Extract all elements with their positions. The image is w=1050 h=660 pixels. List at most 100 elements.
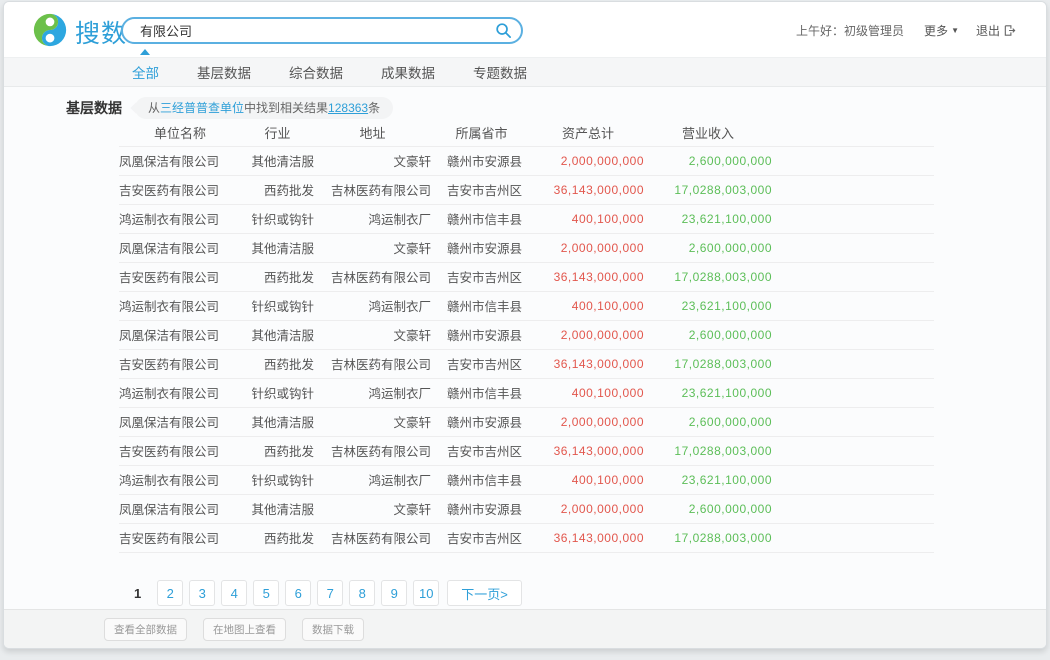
table-row[interactable]: 凤凰保洁有限公司其他清洁服文豪轩赣州市安源县2,000,000,0002,600… <box>119 407 934 436</box>
cell-c6: 2,600,000,000 <box>644 407 772 436</box>
page-button-5[interactable]: 5 <box>253 580 279 606</box>
cell-c1: 凤凰保洁有限公司 <box>119 407 241 436</box>
tab-3[interactable]: 成果数据 <box>381 62 435 82</box>
table-row[interactable]: 鸿运制衣有限公司针织或钩针鸿运制衣厂赣州市信丰县400,100,00023,62… <box>119 378 934 407</box>
cell-c5: 400,100,000 <box>532 291 644 320</box>
cell-c1: 吉安医药有限公司 <box>119 175 241 204</box>
cell-filler <box>772 262 934 291</box>
cell-c2: 其他清洁服 <box>241 146 314 175</box>
cell-c2: 西药批发 <box>241 175 314 204</box>
cell-c4: 吉安市吉州区 <box>431 175 532 204</box>
cell-c1: 凤凰保洁有限公司 <box>119 146 241 175</box>
cell-filler <box>772 436 934 465</box>
search-icon[interactable] <box>495 22 512 39</box>
cell-filler <box>772 349 934 378</box>
table-row[interactable]: 吉安医药有限公司西药批发吉林医药有限公司吉安市吉州区36,143,000,000… <box>119 523 934 552</box>
cell-c6: 23,621,100,000 <box>644 204 772 233</box>
tab-4[interactable]: 专题数据 <box>473 62 527 82</box>
column-header-filler <box>772 119 934 146</box>
table-row[interactable]: 吉安医药有限公司西药批发吉林医药有限公司吉安市吉州区36,143,000,000… <box>119 349 934 378</box>
result-middle: 中找到相关结果 <box>244 101 328 115</box>
tab-2[interactable]: 综合数据 <box>289 62 343 82</box>
tab-1[interactable]: 基层数据 <box>197 62 251 82</box>
table-row[interactable]: 鸿运制衣有限公司针织或钩针鸿运制衣厂赣州市信丰县400,100,00023,62… <box>119 291 934 320</box>
table-row[interactable]: 吉安医药有限公司西药批发吉林医药有限公司吉安市吉州区36,143,000,000… <box>119 175 934 204</box>
section-label: 基层数据 <box>66 98 122 118</box>
cell-c5: 400,100,000 <box>532 378 644 407</box>
cell-c3: 吉林医药有限公司 <box>314 523 431 552</box>
page-button-2[interactable]: 2 <box>157 580 183 606</box>
cell-c1: 吉安医药有限公司 <box>119 262 241 291</box>
table-row[interactable]: 凤凰保洁有限公司其他清洁服文豪轩赣州市安源县2,000,000,0002,600… <box>119 494 934 523</box>
cell-c6: 23,621,100,000 <box>644 291 772 320</box>
source-link[interactable]: 三经普普查单位 <box>160 101 244 115</box>
cell-c4: 赣州市安源县 <box>431 146 532 175</box>
page-boxes: 2345678910 <box>157 580 445 606</box>
page-button-4[interactable]: 4 <box>221 580 247 606</box>
table-row[interactable]: 凤凰保洁有限公司其他清洁服文豪轩赣州市安源县2,000,000,0002,600… <box>119 233 934 262</box>
column-header-4: 资产总计 <box>532 119 644 146</box>
cell-c3: 吉林医药有限公司 <box>314 436 431 465</box>
cell-c4: 吉安市吉州区 <box>431 523 532 552</box>
page-button-3[interactable]: 3 <box>189 580 215 606</box>
cell-c5: 2,000,000,000 <box>532 146 644 175</box>
user-greeting: 上午好：初级管理员 <box>796 22 904 39</box>
cell-c1: 凤凰保洁有限公司 <box>119 320 241 349</box>
download-data-button[interactable]: 数据下载 <box>302 618 364 641</box>
cell-c6: 17,0288,003,000 <box>644 175 772 204</box>
cell-filler <box>772 378 934 407</box>
search-input[interactable] <box>138 21 488 40</box>
logout-icon <box>1003 24 1016 37</box>
cell-c6: 23,621,100,000 <box>644 465 772 494</box>
page-button-8[interactable]: 8 <box>349 580 375 606</box>
cell-c5: 36,143,000,000 <box>532 436 644 465</box>
table-row[interactable]: 吉安医药有限公司西药批发吉林医药有限公司吉安市吉州区36,143,000,000… <box>119 262 934 291</box>
logout-button[interactable]: 退出 <box>976 22 1016 39</box>
cell-c5: 36,143,000,000 <box>532 523 644 552</box>
page-button-9[interactable]: 9 <box>381 580 407 606</box>
page-button-6[interactable]: 6 <box>285 580 311 606</box>
page-button-10[interactable]: 10 <box>413 580 439 606</box>
cell-c2: 针织或钩针 <box>241 204 314 233</box>
cell-c2: 其他清洁服 <box>241 494 314 523</box>
cell-c5: 2,000,000,000 <box>532 320 644 349</box>
result-prefix: 从 <box>148 101 160 115</box>
next-page-button[interactable]: 下一页> <box>447 580 522 606</box>
cell-filler <box>772 233 934 262</box>
cell-c5: 36,143,000,000 <box>532 262 644 291</box>
table-row[interactable]: 鸿运制衣有限公司针织或钩针鸿运制衣厂赣州市信丰县400,100,00023,62… <box>119 204 934 233</box>
table-row[interactable]: 凤凰保洁有限公司其他清洁服文豪轩赣州市安源县2,000,000,0002,600… <box>119 320 934 349</box>
results-table: 单位名称行业地址所属省市资产总计营业收入 凤凰保洁有限公司其他清洁服文豪轩赣州市… <box>119 119 934 553</box>
more-menu[interactable]: 更多 ▼ <box>924 22 959 39</box>
cell-c1: 鸿运制衣有限公司 <box>119 291 241 320</box>
result-summary-bubble: 从三经普普查单位中找到相关结果128363条 <box>135 97 393 119</box>
cell-c2: 针织或钩针 <box>241 291 314 320</box>
cell-c6: 23,621,100,000 <box>644 378 772 407</box>
table-row[interactable]: 吉安医药有限公司西药批发吉林医药有限公司吉安市吉州区36,143,000,000… <box>119 436 934 465</box>
cell-c4: 吉安市吉州区 <box>431 349 532 378</box>
page-button-7[interactable]: 7 <box>317 580 343 606</box>
view-on-map-button[interactable]: 在地图上查看 <box>203 618 286 641</box>
view-all-data-button[interactable]: 查看全部数据 <box>104 618 187 641</box>
cell-c1: 鸿运制衣有限公司 <box>119 204 241 233</box>
cell-c4: 赣州市信丰县 <box>431 378 532 407</box>
cell-c6: 2,600,000,000 <box>644 146 772 175</box>
cell-c4: 赣州市安源县 <box>431 407 532 436</box>
column-header-1: 行业 <box>241 119 314 146</box>
cell-filler <box>772 407 934 436</box>
column-header-2: 地址 <box>314 119 431 146</box>
pagination: 1 2345678910 下一页> <box>134 580 528 606</box>
cell-c6: 17,0288,003,000 <box>644 349 772 378</box>
table-row[interactable]: 鸿运制衣有限公司针织或钩针鸿运制衣厂赣州市信丰县400,100,00023,62… <box>119 465 934 494</box>
result-count-link[interactable]: 128363 <box>328 101 368 115</box>
result-suffix: 条 <box>368 101 380 115</box>
search-box[interactable] <box>121 17 523 44</box>
cell-c4: 赣州市安源县 <box>431 233 532 262</box>
logout-label: 退出 <box>976 22 1000 39</box>
table-row[interactable]: 凤凰保洁有限公司其他清洁服文豪轩赣州市安源县2,000,000,0002,600… <box>119 146 934 175</box>
cell-c2: 其他清洁服 <box>241 320 314 349</box>
cell-c5: 36,143,000,000 <box>532 349 644 378</box>
cell-c1: 凤凰保洁有限公司 <box>119 494 241 523</box>
tab-0[interactable]: 全部 <box>132 62 159 82</box>
cell-c4: 赣州市安源县 <box>431 494 532 523</box>
